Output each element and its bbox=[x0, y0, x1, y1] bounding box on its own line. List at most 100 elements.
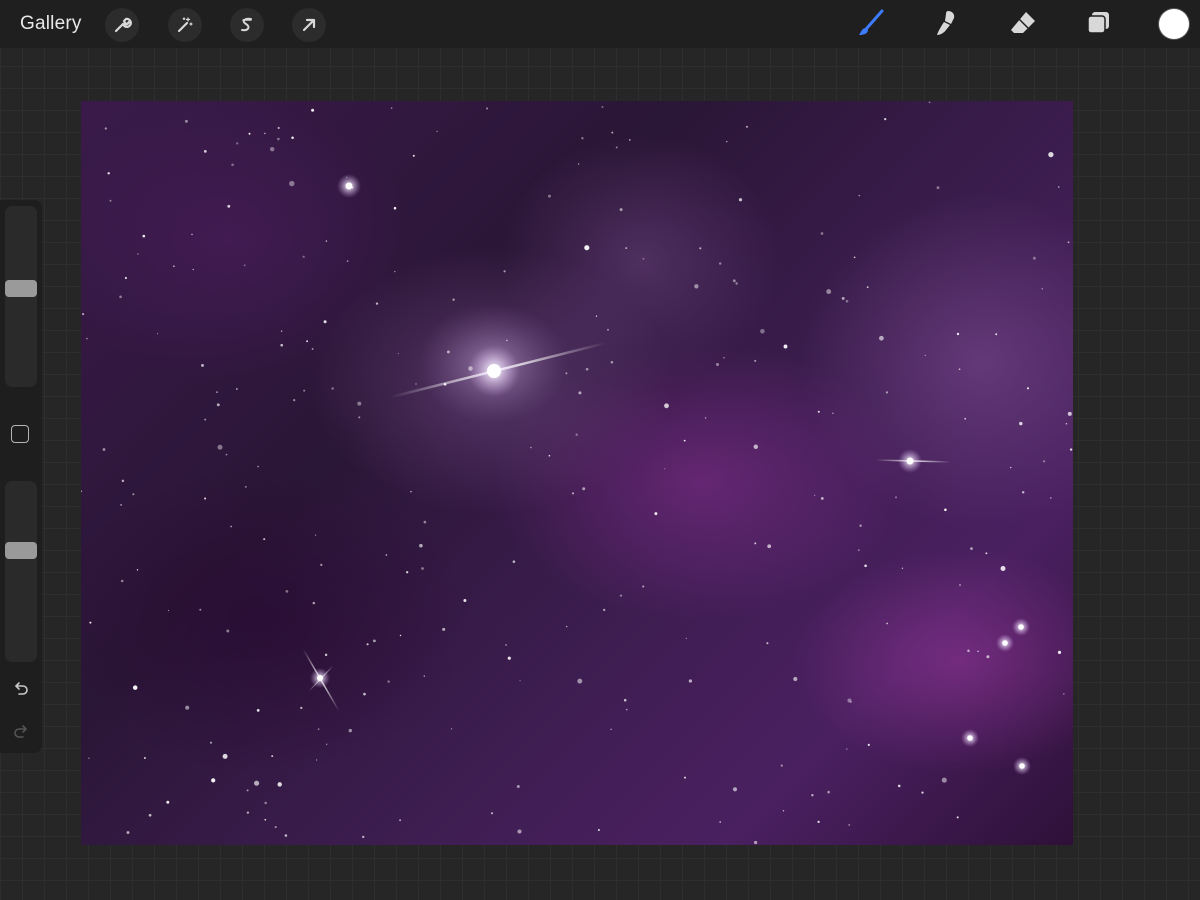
star-dot bbox=[958, 583, 962, 587]
drawing-canvas[interactable] bbox=[81, 101, 1073, 845]
star-dot bbox=[766, 642, 769, 645]
opacity-slider[interactable] bbox=[5, 481, 37, 662]
star-dot bbox=[1032, 256, 1036, 260]
star-dot bbox=[419, 543, 423, 548]
brush-tool-button[interactable] bbox=[853, 7, 889, 43]
star-dot bbox=[269, 146, 275, 152]
star-dot bbox=[394, 270, 396, 273]
actions-button[interactable] bbox=[105, 8, 139, 42]
star-dot bbox=[326, 743, 328, 745]
star-dot bbox=[173, 265, 175, 267]
star-dot bbox=[423, 675, 426, 677]
star-dot bbox=[577, 678, 583, 684]
star-dot bbox=[814, 494, 816, 497]
star-dot bbox=[603, 608, 606, 612]
star-dot bbox=[928, 101, 931, 104]
star-dot bbox=[848, 823, 851, 826]
star-dot bbox=[857, 549, 860, 551]
star-dot bbox=[303, 389, 306, 392]
star-dot bbox=[385, 554, 388, 556]
star-dot bbox=[231, 163, 234, 167]
brush-icon bbox=[855, 7, 887, 44]
star-dot bbox=[884, 117, 887, 121]
star-dot bbox=[879, 335, 884, 341]
star-dot bbox=[185, 705, 190, 710]
gallery-button[interactable]: Gallery bbox=[20, 13, 82, 35]
star-dot bbox=[82, 313, 85, 316]
star-dot bbox=[136, 569, 139, 571]
star-dot bbox=[565, 625, 568, 628]
star-dot bbox=[375, 302, 379, 305]
star-dot bbox=[320, 563, 323, 567]
star-dot bbox=[897, 784, 901, 788]
star-dot bbox=[1043, 460, 1046, 463]
star-dot bbox=[517, 829, 522, 834]
star-dot bbox=[683, 439, 686, 442]
star-dot bbox=[832, 412, 834, 414]
star-dot bbox=[820, 232, 824, 235]
star-dot bbox=[886, 622, 888, 625]
star-dot bbox=[783, 344, 788, 349]
star-dot bbox=[895, 496, 897, 499]
star-dot bbox=[142, 234, 146, 238]
star-dot bbox=[277, 782, 282, 787]
layers-button[interactable] bbox=[1080, 7, 1116, 43]
layers-icon bbox=[1083, 8, 1113, 43]
star-dot bbox=[264, 801, 268, 805]
star-dot bbox=[753, 444, 759, 450]
smudge-tool-button[interactable] bbox=[929, 7, 965, 43]
star-dot bbox=[216, 391, 218, 393]
star-dot bbox=[585, 367, 589, 371]
star-dot bbox=[1057, 186, 1060, 188]
star-dot bbox=[607, 328, 609, 331]
star-dot bbox=[346, 260, 349, 262]
star-dot bbox=[858, 194, 861, 197]
star-dot bbox=[956, 332, 960, 336]
star-dot bbox=[664, 403, 669, 409]
color-picker-swatch[interactable] bbox=[1159, 9, 1189, 39]
star-dot bbox=[601, 105, 604, 108]
star-dot bbox=[859, 524, 862, 527]
star-dot bbox=[436, 130, 438, 133]
star-dot bbox=[121, 479, 125, 483]
star-dot bbox=[732, 279, 736, 283]
star-dot bbox=[490, 812, 494, 815]
star-dot bbox=[120, 503, 123, 506]
star-dot bbox=[958, 368, 961, 371]
redo-button[interactable] bbox=[10, 723, 32, 745]
star-dot bbox=[817, 410, 820, 413]
undo-button[interactable] bbox=[10, 680, 32, 702]
star-dot bbox=[745, 125, 749, 128]
star-dot bbox=[577, 163, 580, 165]
star-dot bbox=[300, 706, 303, 710]
star-dot bbox=[1065, 422, 1068, 425]
adjustments-button[interactable] bbox=[168, 8, 202, 42]
star-dot bbox=[246, 811, 250, 814]
star-dot bbox=[1067, 241, 1070, 244]
star-dot bbox=[468, 366, 473, 371]
star-dot bbox=[204, 497, 207, 500]
star-dot bbox=[972, 740, 974, 742]
star-dot bbox=[503, 270, 506, 273]
star-dot bbox=[581, 137, 584, 140]
star-dot bbox=[143, 756, 146, 760]
star-dot bbox=[293, 398, 296, 402]
brush-size-thumb[interactable] bbox=[5, 279, 37, 297]
opacity-thumb[interactable] bbox=[5, 541, 37, 559]
star-dot bbox=[1019, 421, 1023, 426]
star-dot bbox=[312, 601, 316, 605]
star-dot bbox=[257, 465, 259, 468]
star-dot bbox=[986, 655, 990, 659]
transform-button[interactable] bbox=[292, 8, 326, 42]
star-dot bbox=[230, 525, 233, 528]
eraser-tool-button[interactable] bbox=[1005, 7, 1041, 43]
star-dot bbox=[397, 352, 400, 355]
star-dot bbox=[306, 340, 309, 343]
star-dot bbox=[782, 810, 785, 812]
star-dot bbox=[156, 333, 159, 335]
selection-button[interactable] bbox=[230, 8, 264, 42]
procreate-app: Gallery bbox=[0, 0, 1200, 900]
modify-button[interactable] bbox=[11, 425, 29, 443]
star-dot bbox=[849, 700, 852, 703]
star-dot bbox=[209, 741, 213, 744]
